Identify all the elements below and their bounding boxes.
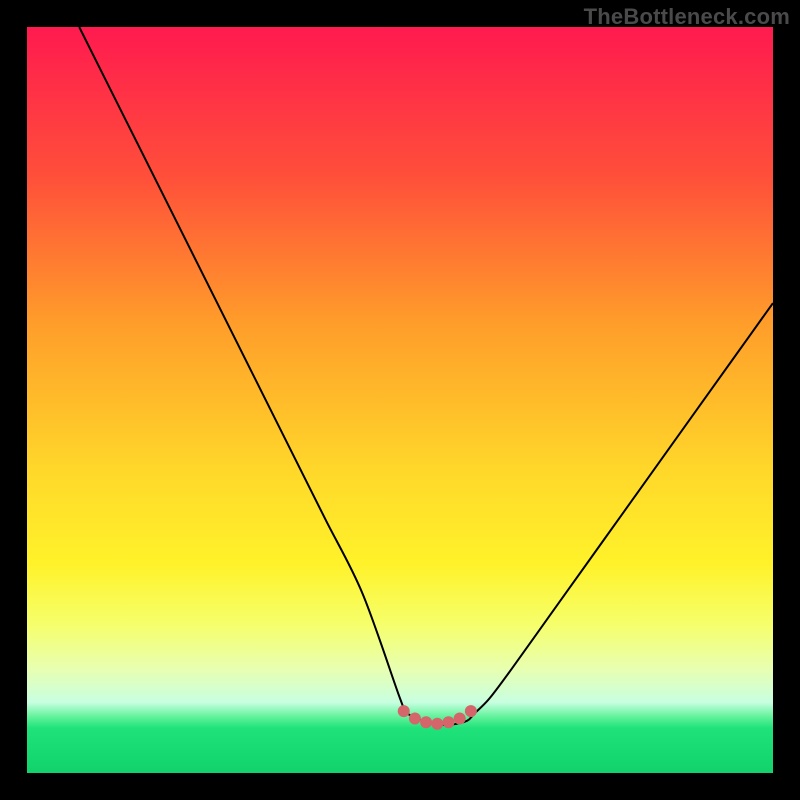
optimal-dot	[398, 705, 410, 717]
optimal-dot	[454, 713, 466, 725]
gradient-background	[27, 27, 773, 773]
optimal-dot	[420, 716, 432, 728]
optimal-dot	[465, 705, 477, 717]
optimal-dot	[442, 716, 454, 728]
optimal-dot	[431, 718, 443, 730]
chart-frame: TheBottleneck.com	[0, 0, 800, 800]
watermark-text: TheBottleneck.com	[584, 4, 790, 30]
bottleneck-chart	[0, 0, 800, 800]
optimal-dot	[409, 713, 421, 725]
